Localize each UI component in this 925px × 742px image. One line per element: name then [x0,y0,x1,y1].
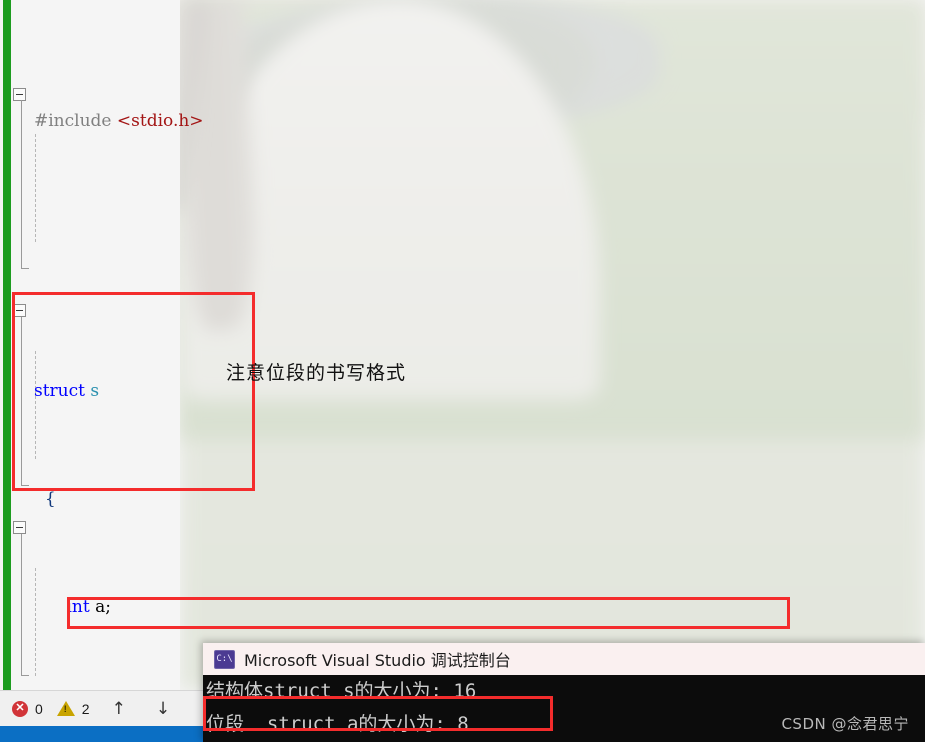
include-header: <stdio.h> [116,111,204,131]
keyword-int: int [66,597,90,617]
annotation-note-bitfield: 注意位段的书写格式 [226,362,407,384]
error-count-item[interactable]: ✕ 0 [12,700,43,717]
error-count-label: 0 [35,700,43,717]
console-title-label: Microsoft Visual Studio 调试控制台 [244,651,511,670]
keyword-struct: struct [34,381,85,401]
error-icon: ✕ [12,700,28,717]
preprocessor-directive: #include [34,111,112,131]
next-issue-arrow-down-icon[interactable]: ↓ [148,699,178,719]
vs-screenshot-root: #include <stdio.h> struct s { int a; int… [0,0,925,742]
csdn-watermark: CSDN @念君思宁 [781,715,909,733]
console-output-line: 结构体struct s的大小为: 16 [206,680,477,702]
warning-count-label: 2 [81,700,90,717]
saved-changes-margin [3,0,11,690]
code-line-field-a[interactable]: int a; [11,594,925,621]
warning-icon [56,701,75,716]
code-line-struct-s[interactable]: struct s [11,378,925,405]
code-editor[interactable]: #include <stdio.h> struct s { int a; int… [0,0,925,690]
code-line-include[interactable]: #include <stdio.h> [11,108,925,135]
debug-console-window[interactable]: C:\ Microsoft Visual Studio 调试控制台 结构体str… [203,643,925,742]
code-text-layer[interactable]: #include <stdio.h> struct s { int a; int… [11,0,925,690]
field-declaration-a: a; [95,597,111,617]
code-line-struct-s-open[interactable]: { [11,486,925,513]
brace-open: { [44,489,56,509]
console-app-icon: C:\ [214,649,235,669]
code-line-blank-1[interactable] [11,243,925,270]
type-name-s: s [90,381,100,401]
warning-count-item[interactable]: 2 [56,700,90,717]
console-title-bar[interactable]: C:\ Microsoft Visual Studio 调试控制台 [203,643,925,675]
previous-issue-arrow-up-icon[interactable]: ↑ [104,699,134,719]
